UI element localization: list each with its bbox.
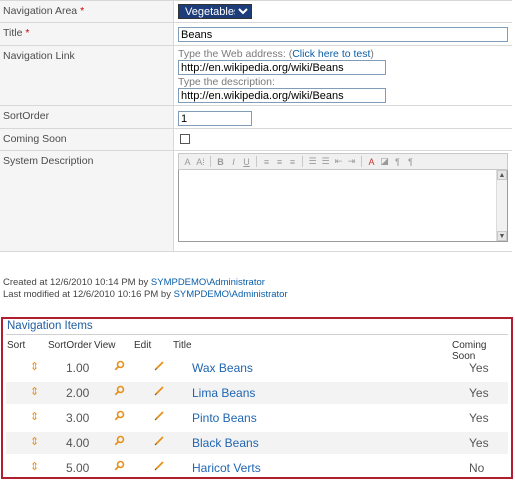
sort-order-value: 3.00 [66,411,90,425]
item-title-link[interactable]: Wax Beans [192,361,253,375]
editor-scrollbar[interactable]: ▲ ▼ [496,170,507,241]
sort-arrows-icon[interactable]: ⇕ [30,435,39,448]
sort-order-value: 1.00 [66,361,90,375]
coming-soon-value: Yes [469,386,489,400]
row-title: Title * [0,23,512,46]
system-description-editor[interactable]: ▲ ▼ [178,170,508,242]
header-sort[interactable]: Sort [7,340,25,351]
font-icon[interactable]: A [182,156,193,167]
sort-order-value: 5.00 [66,461,90,475]
pencil-icon[interactable] [154,460,165,474]
coming-soon-label: Coming Soon [0,129,174,150]
table-row: ⇕ 5.00 Haricot Verts No [6,457,508,479]
underline-icon[interactable]: U [241,156,252,167]
sort-order-label: SortOrder [0,106,174,128]
table-row: ⇕ 1.00 Wax Beans Yes [6,357,508,379]
numbered-list-icon[interactable]: ☰ [307,156,318,167]
sort-arrows-icon[interactable]: ⇕ [30,385,39,398]
required-mark: * [80,5,85,17]
header-title[interactable]: Title [173,340,192,351]
rtl-icon[interactable]: ¶ [405,156,416,167]
item-edit-form: Navigation Area * Vegetables Title * Nav… [0,0,512,252]
italic-icon[interactable]: I [228,156,239,167]
header-sort-order[interactable]: SortOrder [48,340,92,351]
coming-soon-value: Yes [469,361,489,375]
font-size-icon[interactable]: A⁞ [195,156,206,167]
navigation-items-panel: Navigation Items Sort SortOrder View Edi… [1,317,513,479]
align-center-icon[interactable]: ≡ [274,156,285,167]
row-coming-soon: Coming Soon [0,129,512,151]
scroll-down-icon[interactable]: ▼ [497,231,507,241]
created-by-link[interactable]: SYMPDEMO\Administrator [151,277,265,288]
table-row: ⇕ 2.00 Lima Beans Yes [6,382,508,404]
title-label: Title * [0,23,174,45]
header-view: View [94,340,116,351]
sort-order-value: 4.00 [66,436,90,450]
navigation-link-label: Navigation Link [0,46,174,105]
decrease-indent-icon[interactable]: ⇤ [333,156,344,167]
item-title-link[interactable]: Haricot Verts [192,461,261,475]
highlight-icon[interactable]: ◪ [379,156,390,167]
sort-arrows-icon[interactable]: ⇕ [30,360,39,373]
row-navigation-link: Navigation Link Type the Web address: (C… [0,46,512,106]
align-left-icon[interactable]: ≡ [261,156,272,167]
header-edit: Edit [134,340,152,351]
title-input[interactable] [178,27,508,42]
pencil-icon[interactable] [154,385,165,399]
align-right-icon[interactable]: ≡ [287,156,298,167]
magnifier-icon[interactable] [114,385,125,399]
url-input[interactable] [178,60,386,75]
text-color-icon[interactable]: A [366,156,377,167]
navigation-area-label: Navigation Area * [0,1,174,22]
bulleted-list-icon[interactable]: ☰ [320,156,331,167]
pencil-icon[interactable] [154,435,165,449]
pencil-icon[interactable] [154,360,165,374]
divider [6,334,508,335]
bold-icon[interactable]: B [215,156,226,167]
ltr-icon[interactable]: ¶ [392,156,403,167]
sort-arrows-icon[interactable]: ⇕ [30,410,39,423]
description-hint: Type the description: [178,76,275,88]
row-navigation-area: Navigation Area * Vegetables [0,1,512,23]
increase-indent-icon[interactable]: ⇥ [346,156,357,167]
coming-soon-value: Yes [469,436,489,450]
coming-soon-value: No [469,461,485,475]
coming-soon-checkbox[interactable] [180,134,190,144]
audit-info: Created at 12/6/2010 10:14 PM by SYMPDEM… [3,277,288,301]
item-title-link[interactable]: Black Beans [192,436,259,450]
pencil-icon[interactable] [154,410,165,424]
navigation-area-select[interactable]: Vegetables [178,4,252,19]
sort-order-input[interactable] [178,111,252,126]
system-description-label: System Description [0,151,174,251]
description-input[interactable] [178,88,386,103]
item-title-link[interactable]: Lima Beans [192,386,255,400]
test-link[interactable]: Click here to test [292,48,370,60]
item-title-link[interactable]: Pinto Beans [192,411,257,425]
scroll-up-icon[interactable]: ▲ [497,170,507,180]
required-mark: * [25,27,30,39]
modified-text: Last modified at 12/6/2010 10:16 PM by [3,289,171,300]
web-address-hint: Type the Web address: [178,48,286,60]
magnifier-icon[interactable] [114,410,125,424]
modified-by-link[interactable]: SYMPDEMO\Administrator [174,289,288,300]
row-sort-order: SortOrder [0,106,512,129]
magnifier-icon[interactable] [114,360,125,374]
table-row: ⇕ 4.00 Black Beans Yes [6,432,508,454]
row-system-description: System Description A A⁞ B I U ≡ ≡ ≡ ☰ ☰ … [0,151,512,252]
panel-title: Navigation Items [7,320,93,332]
magnifier-icon[interactable] [114,435,125,449]
rich-text-toolbar: A A⁞ B I U ≡ ≡ ≡ ☰ ☰ ⇤ ⇥ A ◪ ¶ ¶ [178,153,508,170]
coming-soon-value: Yes [469,411,489,425]
sort-arrows-icon[interactable]: ⇕ [30,460,39,473]
sort-order-value: 2.00 [66,386,90,400]
table-row: ⇕ 3.00 Pinto Beans Yes [6,407,508,429]
magnifier-icon[interactable] [114,460,125,474]
created-text: Created at 12/6/2010 10:14 PM by [3,277,149,288]
